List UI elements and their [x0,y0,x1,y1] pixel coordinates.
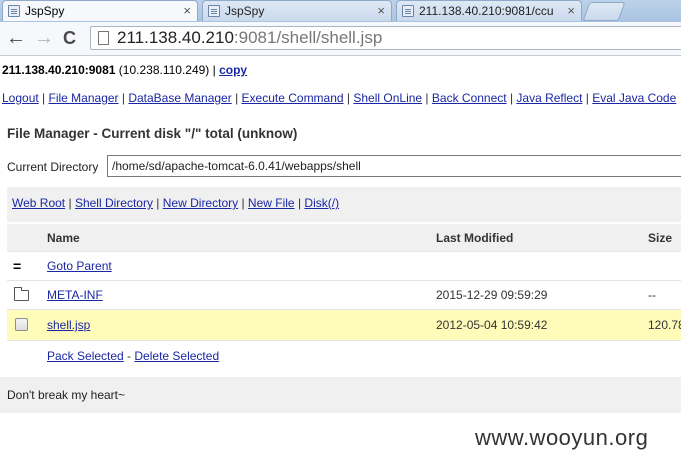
menu-separator: | [118,91,129,105]
column-modified-header[interactable]: Last Modified [436,224,513,252]
table-row: META-INF 2015-12-29 09:59:29 -- [7,281,681,310]
copy-link[interactable]: copy [219,63,247,77]
close-icon[interactable]: × [183,1,191,21]
back-arrow-icon[interactable]: ← [6,27,26,49]
menu-database-manager[interactable]: DataBase Manager [128,91,231,105]
folder-link[interactable]: META-INF [47,281,103,309]
tab-jspspy-2[interactable]: JspSpy × [202,0,392,21]
host-internal: (10.238.110.249) | [115,63,220,77]
folder-icon [14,287,29,301]
browser-toolbar: ← → C 211.138.40.210:9081/shell/shell.js… [0,22,681,56]
menu-separator: | [38,91,49,105]
menu-separator: | [582,91,593,105]
menu-eval-java-code[interactable]: Eval Java Code [592,91,676,105]
pack-selected-link[interactable]: Pack Selected [47,349,124,363]
close-icon[interactable]: × [377,1,385,21]
host-info: 211.138.40.210:9081 (10.238.110.249) | c… [2,63,247,77]
tab-strip: JspSpy × JspSpy × 211.138.40.210:9081/cc… [0,0,681,22]
quick-links-bar: Web Root | Shell Directory | New Directo… [7,187,681,222]
main-menu: Logout | File Manager | DataBase Manager… [2,91,676,105]
action-separator: - [123,349,135,363]
tab-ccu[interactable]: 211.138.40.210:9081/ccu × [396,0,582,21]
page-favicon-icon [8,5,20,17]
menu-back-connect[interactable]: Back Connect [432,91,507,105]
menu-separator: | [422,91,432,105]
menu-separator: | [231,91,242,105]
select-checkbox[interactable] [15,318,28,331]
host-address: 211.138.40.210:9081 [2,63,116,77]
page-title: File Manager - Current disk "/" total (u… [7,126,298,141]
menu-separator: | [506,91,517,105]
parent-dir-icon: = [13,258,22,274]
menu-separator: | [343,91,354,105]
link-separator: | [152,196,163,210]
link-separator: | [238,196,248,210]
delete-selected-link[interactable]: Delete Selected [134,349,219,363]
modified-date: 2012-05-04 10:59:42 [436,318,548,332]
bulk-actions: Pack Selected - Delete Selected [7,341,681,375]
footer: Don't break my heart~ [0,377,681,413]
new-tab-button[interactable] [582,2,626,21]
file-table: Name Last Modified Size = Goto Parent ME… [7,224,681,375]
file-size: 120.78 [648,318,681,332]
watermark: www.wooyun.org [475,425,649,450]
column-name-header[interactable]: Name [47,224,80,252]
menu-execute-command[interactable]: Execute Command [242,91,344,105]
menu-logout[interactable]: Logout [2,91,39,105]
table-row: = Goto Parent [7,252,681,281]
file-link[interactable]: shell.jsp [47,310,90,340]
page-content: 211.138.40.210:9081 (10.238.110.249) | c… [0,56,681,470]
page-icon [98,31,109,45]
link-separator: | [65,196,75,210]
address-host: 211.138.40.210 [117,28,234,47]
current-directory-label: Current Directory [7,160,99,174]
link-new-directory[interactable]: New Directory [163,196,238,210]
menu-shell-online[interactable]: Shell OnLine [353,91,422,105]
link-separator: | [294,196,305,210]
tab-jspspy-1[interactable]: JspSpy × [2,0,198,21]
link-web-root[interactable]: Web Root [12,196,65,210]
tab-label: JspSpy [225,4,265,18]
reload-icon[interactable]: C [63,27,76,49]
tab-label: 211.138.40.210:9081/ccu [419,4,554,18]
forward-arrow-icon[interactable]: → [34,27,54,49]
menu-java-reflect[interactable]: Java Reflect [516,91,582,105]
link-shell-directory[interactable]: Shell Directory [75,196,153,210]
address-bar[interactable]: 211.138.40.210:9081/shell/shell.jsp [90,26,681,50]
menu-file-manager[interactable]: File Manager [49,91,119,105]
page-favicon-icon [402,5,414,17]
tab-label: JspSpy [25,4,65,18]
page-favicon-icon [208,5,220,17]
current-directory-input[interactable] [107,155,681,177]
table-header: Name Last Modified Size [7,224,681,252]
file-size: -- [648,288,656,302]
goto-parent-link[interactable]: Goto Parent [47,252,112,280]
link-new-file[interactable]: New File [248,196,295,210]
link-disk-root[interactable]: Disk(/) [304,196,339,210]
close-icon[interactable]: × [567,1,575,21]
table-row: shell.jsp 2012-05-04 10:59:42 120.78 [7,310,681,341]
modified-date: 2015-12-29 09:59:29 [436,288,548,302]
address-path: :9081/shell/shell.jsp [233,28,383,47]
column-size-header[interactable]: Size [648,224,672,252]
